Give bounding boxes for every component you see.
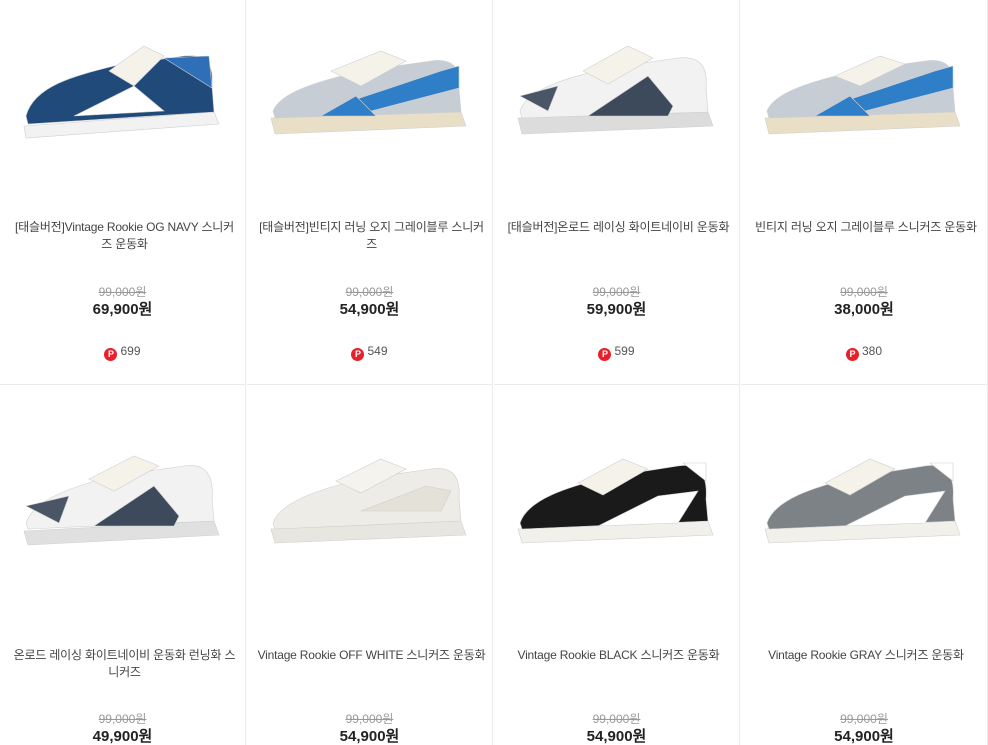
product-card[interactable]: [태슬버전]Vintage Rookie OG NAVY 스니커즈 운동화 99… <box>0 0 246 385</box>
product-name[interactable]: 온로드 레이싱 화이트네이비 운동화 런닝화 스니커즈 <box>10 647 239 681</box>
point-icon: P <box>351 348 365 361</box>
product-grid: [태슬버전]Vintage Rookie OG NAVY 스니커즈 운동화 99… <box>0 0 988 745</box>
points-info: P 380 <box>741 344 987 361</box>
product-image[interactable] <box>741 0 987 205</box>
product-image[interactable] <box>0 395 245 600</box>
product-image[interactable] <box>247 0 492 205</box>
product-image[interactable] <box>741 395 987 600</box>
product-card[interactable]: [태슬버전]빈티지 러닝 오지 그레이블루 스니커즈 99,000원 54,90… <box>247 0 493 385</box>
product-card[interactable]: Vintage Rookie BLACK 스니커즈 운동화 99,000원 54… <box>494 385 740 745</box>
points-value: 549 <box>367 344 388 358</box>
points-info: P 699 <box>0 344 245 361</box>
product-image[interactable] <box>494 395 739 600</box>
points-info: P 599 <box>494 344 739 361</box>
point-icon: P <box>104 348 118 361</box>
sale-price: 54,900원 <box>339 301 400 318</box>
sneaker-image <box>517 45 714 135</box>
point-icon: P <box>598 348 612 361</box>
sneaker-image <box>270 458 467 544</box>
sneaker-image <box>23 455 220 546</box>
points-info: P 549 <box>247 344 492 361</box>
sale-price: 54,900원 <box>339 728 400 745</box>
product-image[interactable] <box>247 395 492 600</box>
product-name[interactable]: Vintage Rookie GRAY 스니커즈 운동화 <box>751 647 981 664</box>
sale-price: 54,900원 <box>586 728 647 745</box>
product-name[interactable]: Vintage Rookie OFF WHITE 스니커즈 운동화 <box>257 647 486 664</box>
product-card[interactable]: 빈티지 러닝 오지 그레이블루 스니커즈 운동화 99,000원 38,000원… <box>741 0 988 385</box>
sneaker-image <box>517 458 714 544</box>
product-name[interactable]: 빈티지 러닝 오지 그레이블루 스니커즈 운동화 <box>751 219 981 236</box>
sale-price: 38,000원 <box>834 301 894 318</box>
product-card[interactable]: Vintage Rookie GRAY 스니커즈 운동화 99,000원 54,… <box>741 385 988 745</box>
sneaker-image <box>23 45 220 139</box>
product-card[interactable]: 온로드 레이싱 화이트네이비 운동화 런닝화 스니커즈 99,000원 49,9… <box>0 385 246 745</box>
product-name[interactable]: [태슬버전]온로드 레이싱 화이트네이비 운동화 <box>504 219 733 236</box>
sale-price: 49,900원 <box>92 728 153 745</box>
product-name[interactable]: [태슬버전]Vintage Rookie OG NAVY 스니커즈 운동화 <box>10 219 239 253</box>
points-value: 699 <box>120 344 141 358</box>
sneaker-image <box>764 458 961 544</box>
sale-price: 69,900원 <box>92 301 153 318</box>
product-name[interactable]: [태슬버전]빈티지 러닝 오지 그레이블루 스니커즈 <box>257 219 486 253</box>
product-image[interactable] <box>494 0 739 205</box>
product-card[interactable]: Vintage Rookie OFF WHITE 스니커즈 운동화 99,000… <box>247 385 493 745</box>
sneaker-image <box>270 50 467 135</box>
sneaker-image <box>764 55 961 135</box>
points-value: 380 <box>861 344 883 358</box>
product-image[interactable] <box>0 0 245 205</box>
sale-price: 54,900원 <box>834 728 894 745</box>
points-value: 599 <box>614 344 635 358</box>
product-name[interactable]: Vintage Rookie BLACK 스니커즈 운동화 <box>504 647 733 664</box>
sale-price: 59,900원 <box>586 301 647 318</box>
point-icon: P <box>845 348 859 361</box>
product-card[interactable]: [태슬버전]온로드 레이싱 화이트네이비 운동화 99,000원 59,900원… <box>494 0 740 385</box>
